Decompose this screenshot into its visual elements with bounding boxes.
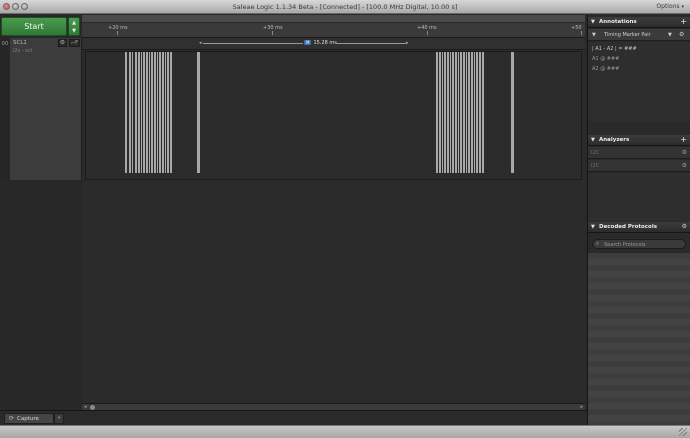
ruler-tick-mark bbox=[581, 31, 582, 35]
status-bar bbox=[0, 425, 690, 438]
channel-row: 00 SCL1 i2c - scl ⚙ ⌐F bbox=[0, 38, 82, 180]
tab-capture[interactable]: ⟳ Capture bbox=[4, 413, 54, 424]
dropdown-triangle-icon[interactable]: ▼ bbox=[668, 32, 672, 38]
marker-a2-text: A2 @ ### bbox=[592, 66, 620, 72]
timing-marker-pair-row[interactable]: ▼ Timing Marker Pair ▼ ⚙ bbox=[588, 29, 690, 41]
search-protocols-field[interactable]: ⌕ bbox=[592, 239, 686, 249]
gear-icon[interactable]: ⚙ bbox=[682, 162, 687, 169]
annotations-title: Annotations bbox=[599, 19, 637, 25]
decoded-protocols-list[interactable] bbox=[588, 253, 690, 425]
gear-icon[interactable]: ⚙ bbox=[682, 223, 687, 230]
ruler-tick: +50 bbox=[571, 25, 582, 31]
overview-strip[interactable] bbox=[82, 15, 585, 23]
tab-capture-label: Capture bbox=[17, 416, 39, 422]
options-label: Options bbox=[656, 3, 680, 10]
trigger-edge-icon[interactable]: ⌐F bbox=[69, 39, 80, 47]
timing-marker-pair-label: Timing Marker Pair bbox=[604, 32, 651, 38]
waveform-pulses bbox=[125, 52, 514, 173]
analyzer-item[interactable]: I2C ⚙ bbox=[588, 160, 690, 172]
gear-icon[interactable]: ⚙ bbox=[682, 149, 687, 156]
add-annotation-plus-icon[interactable]: + bbox=[680, 17, 687, 26]
horizontal-scrollbar[interactable]: ◂ ▸ bbox=[82, 403, 585, 410]
decoded-protocols-header[interactable]: ▼ Decoded Protocols ⚙ bbox=[588, 222, 690, 233]
analyzer-label: I2C bbox=[591, 150, 600, 156]
search-input[interactable] bbox=[604, 241, 684, 248]
collapse-triangle-icon[interactable]: ▼ bbox=[591, 137, 595, 143]
side-panel: ▼ Annotations + ▼ Timing Marker Pair ▼ ⚙… bbox=[587, 15, 690, 425]
marker-left-arrow-icon[interactable]: ◂ bbox=[199, 40, 202, 46]
analyzers-header[interactable]: ▼ Analyzers + bbox=[588, 135, 690, 146]
expand-triangle-icon[interactable]: ▼ bbox=[592, 32, 596, 38]
marker-delta-text: | A1 - A2 | = ### bbox=[592, 46, 637, 52]
channel-waveform[interactable] bbox=[85, 51, 582, 180]
decoded-protocols-title: Decoded Protocols bbox=[599, 224, 657, 230]
gear-icon[interactable]: ⚙ bbox=[679, 31, 684, 38]
marker-a1-text: A1 @ ### bbox=[592, 56, 620, 62]
analyzers-title: Analyzers bbox=[599, 137, 630, 143]
timing-marker-bar[interactable]: ◂ M 15.28 ms ▸ bbox=[82, 38, 585, 50]
marker-duration: 15.28 ms bbox=[313, 40, 337, 46]
waveform-view[interactable]: +20 ms +30 ms +40 ms +50 ◂ M15.28 ms ▸ bbox=[82, 15, 585, 410]
title-bar: Saleae Logic 1.1.34 Beta - [Connected] -… bbox=[0, 0, 690, 14]
chevron-down-icon: ▾ bbox=[681, 4, 684, 10]
analyzers-empty-area bbox=[588, 173, 690, 221]
annotation-measurements: | A1 - A2 | = ### A1 @ ### A2 @ ### bbox=[588, 42, 690, 121]
capture-icon: ⟳ bbox=[9, 415, 15, 422]
channel-number: 00 bbox=[0, 38, 10, 180]
waveform-svg bbox=[125, 52, 514, 173]
start-options-button[interactable]: ▲ ▼ bbox=[68, 17, 80, 36]
marker-span-line bbox=[203, 43, 303, 44]
ruler-tick-mark bbox=[427, 31, 428, 35]
marker-badge: M bbox=[304, 40, 312, 45]
channel-panel: Start ▲ ▼ 00 SCL1 i2c - scl ⚙ ⌐F bbox=[0, 15, 82, 410]
time-ruler[interactable]: +20 ms +30 ms +40 ms +50 bbox=[82, 15, 585, 38]
ruler-tick-mark bbox=[117, 31, 118, 35]
start-button[interactable]: Start bbox=[1, 17, 67, 36]
channel-analyzer-label: i2c - scl bbox=[13, 48, 33, 54]
window-title: Saleae Logic 1.1.34 Beta - [Connected] -… bbox=[232, 3, 458, 11]
options-menu[interactable]: Options ▾ bbox=[656, 3, 684, 10]
marker-measurement: M 15.28 ms bbox=[304, 40, 337, 46]
add-analyzer-plus-icon[interactable]: + bbox=[680, 135, 687, 144]
chevron-down-icon: ▼ bbox=[72, 28, 76, 34]
channel-name[interactable]: SCL1 bbox=[13, 40, 27, 46]
analyzer-label: I2C bbox=[591, 163, 600, 169]
ruler-tick-mark bbox=[272, 31, 273, 35]
marker-span-line bbox=[336, 43, 406, 44]
resize-grip-icon[interactable] bbox=[679, 428, 687, 436]
annotations-header[interactable]: ▼ Annotations + bbox=[588, 17, 690, 28]
chevron-up-icon: ▲ bbox=[72, 20, 76, 26]
bottom-tab-bar: ⟳ Capture » bbox=[0, 410, 587, 425]
analyzer-item[interactable]: I2C ⚙ bbox=[588, 147, 690, 159]
tab-overflow-button[interactable]: » bbox=[54, 413, 64, 424]
marker-right-arrow-icon[interactable]: ▸ bbox=[406, 40, 409, 46]
collapse-triangle-icon[interactable]: ▼ bbox=[591, 19, 595, 25]
empty-channel-area bbox=[82, 180, 585, 402]
search-icon: ⌕ bbox=[596, 241, 600, 247]
collapse-triangle-icon[interactable]: ▼ bbox=[591, 224, 595, 230]
channel-settings-gear-icon[interactable]: ⚙ bbox=[58, 39, 67, 47]
